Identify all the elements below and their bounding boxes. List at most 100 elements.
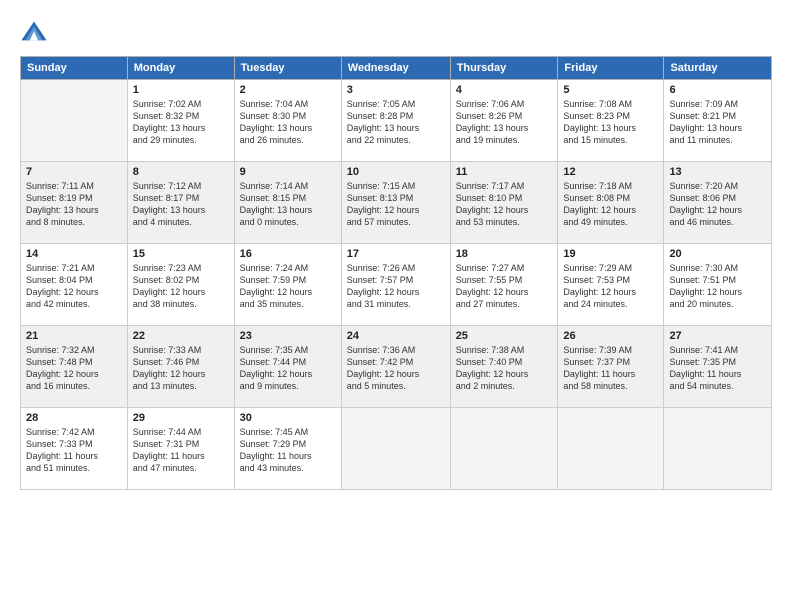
calendar-day-cell: 13 Sunrise: 7:20 AM Sunset: 8:06 PM Dayli… [664,162,772,244]
day-number: 24 [347,330,445,342]
calendar-week-row: 28 Sunrise: 7:42 AM Sunset: 7:33 PM Dayli… [21,408,772,490]
day-info: Sunrise: 7:17 AM Sunset: 8:10 PM Dayligh… [456,180,553,229]
day-number: 26 [563,330,658,342]
calendar-day-cell: 7Sunrise: 7:11 AM Sunset: 8:19 PM Daylig… [21,162,128,244]
day-number: 23 [240,330,336,342]
day-info: Sunrise: 7:06 AM Sunset: 8:26 PM Dayligh… [456,98,553,147]
calendar-day-cell: 10 Sunrise: 7:15 AM Sunset: 8:13 PM Dayli… [341,162,450,244]
day-number: 7 [26,166,122,178]
calendar-week-row: 7Sunrise: 7:11 AM Sunset: 8:19 PM Daylig… [21,162,772,244]
calendar-day-cell: 6 Sunrise: 7:09 AM Sunset: 8:21 PM Daylig… [664,80,772,162]
day-info: Sunrise: 7:05 AM Sunset: 8:28 PM Dayligh… [347,98,445,147]
day-info: Sunrise: 7:23 AM Sunset: 8:02 PM Dayligh… [133,262,229,311]
day-info: Sunrise: 7:38 AM Sunset: 7:40 PM Dayligh… [456,344,553,393]
day-info: Sunrise: 7:02 AM Sunset: 8:32 PM Dayligh… [133,98,229,147]
day-number: 22 [133,330,229,342]
day-number: 25 [456,330,553,342]
weekday-header: Thursday [450,57,558,80]
day-info: Sunrise: 7:26 AM Sunset: 7:57 PM Dayligh… [347,262,445,311]
day-info: Sunrise: 7:42 AM Sunset: 7:33 PM Dayligh… [26,426,122,475]
calendar-day-cell: 1 Sunrise: 7:02 AM Sunset: 8:32 PM Daylig… [127,80,234,162]
calendar-day-cell: 23 Sunrise: 7:35 AM Sunset: 7:44 PM Dayli… [234,326,341,408]
calendar-day-cell: 27 Sunrise: 7:41 AM Sunset: 7:35 PM Dayli… [664,326,772,408]
day-number: 3 [347,84,445,96]
day-info: Sunrise: 7:08 AM Sunset: 8:23 PM Dayligh… [563,98,658,147]
day-info: Sunrise: 7:32 AM Sunset: 7:48 PM Dayligh… [26,344,122,393]
day-number: 13 [669,166,766,178]
calendar-day-cell: 19Sunrise: 7:29 AM Sunset: 7:53 PM Dayli… [558,244,664,326]
calendar-day-cell [664,408,772,490]
weekday-header: Saturday [664,57,772,80]
day-info: Sunrise: 7:35 AM Sunset: 7:44 PM Dayligh… [240,344,336,393]
day-info: Sunrise: 7:27 AM Sunset: 7:55 PM Dayligh… [456,262,553,311]
calendar-week-row: 1 Sunrise: 7:02 AM Sunset: 8:32 PM Daylig… [21,80,772,162]
day-info: Sunrise: 7:12 AM Sunset: 8:17 PM Dayligh… [133,180,229,229]
calendar-day-cell [558,408,664,490]
logo-icon [20,18,48,46]
day-number: 8 [133,166,229,178]
calendar-day-cell [21,80,128,162]
calendar-day-cell: 14 Sunrise: 7:21 AM Sunset: 8:04 PM Dayli… [21,244,128,326]
calendar-day-cell: 11 Sunrise: 7:17 AM Sunset: 8:10 PM Dayli… [450,162,558,244]
header [20,18,772,46]
day-info: Sunrise: 7:24 AM Sunset: 7:59 PM Dayligh… [240,262,336,311]
calendar-day-cell: 29 Sunrise: 7:44 AM Sunset: 7:31 PM Dayli… [127,408,234,490]
calendar-day-cell: 26 Sunrise: 7:39 AM Sunset: 7:37 PM Dayli… [558,326,664,408]
calendar-week-row: 14 Sunrise: 7:21 AM Sunset: 8:04 PM Dayli… [21,244,772,326]
day-number: 14 [26,248,122,260]
day-info: Sunrise: 7:15 AM Sunset: 8:13 PM Dayligh… [347,180,445,229]
calendar-day-cell: 28 Sunrise: 7:42 AM Sunset: 7:33 PM Dayli… [21,408,128,490]
calendar-day-cell: 8 Sunrise: 7:12 AM Sunset: 8:17 PM Daylig… [127,162,234,244]
header-row: SundayMondayTuesdayWednesdayThursdayFrid… [21,57,772,80]
weekday-header: Monday [127,57,234,80]
calendar-day-cell: 18 Sunrise: 7:27 AM Sunset: 7:55 PM Dayli… [450,244,558,326]
calendar-day-cell [450,408,558,490]
calendar-day-cell: 17 Sunrise: 7:26 AM Sunset: 7:57 PM Dayli… [341,244,450,326]
day-info: Sunrise: 7:09 AM Sunset: 8:21 PM Dayligh… [669,98,766,147]
day-number: 6 [669,84,766,96]
day-number: 9 [240,166,336,178]
day-number: 30 [240,412,336,424]
logo [20,18,52,46]
day-info: Sunrise: 7:44 AM Sunset: 7:31 PM Dayligh… [133,426,229,475]
weekday-header: Wednesday [341,57,450,80]
day-number: 28 [26,412,122,424]
day-number: 16 [240,248,336,260]
day-info: Sunrise: 7:41 AM Sunset: 7:35 PM Dayligh… [669,344,766,393]
calendar-day-cell: 16 Sunrise: 7:24 AM Sunset: 7:59 PM Dayli… [234,244,341,326]
day-info: Sunrise: 7:36 AM Sunset: 7:42 PM Dayligh… [347,344,445,393]
day-info: Sunrise: 7:21 AM Sunset: 8:04 PM Dayligh… [26,262,122,311]
calendar-day-cell: 3 Sunrise: 7:05 AM Sunset: 8:28 PM Daylig… [341,80,450,162]
calendar-day-cell: 12 Sunrise: 7:18 AM Sunset: 8:08 PM Dayli… [558,162,664,244]
day-info: Sunrise: 7:14 AM Sunset: 8:15 PM Dayligh… [240,180,336,229]
calendar-day-cell: 2Sunrise: 7:04 AM Sunset: 8:30 PM Daylig… [234,80,341,162]
calendar-day-cell: 22 Sunrise: 7:33 AM Sunset: 7:46 PM Dayli… [127,326,234,408]
day-number: 20 [669,248,766,260]
day-number: 18 [456,248,553,260]
day-info: Sunrise: 7:33 AM Sunset: 7:46 PM Dayligh… [133,344,229,393]
day-number: 10 [347,166,445,178]
day-number: 11 [456,166,553,178]
calendar-day-cell: 24 Sunrise: 7:36 AM Sunset: 7:42 PM Dayli… [341,326,450,408]
calendar-week-row: 21 Sunrise: 7:32 AM Sunset: 7:48 PM Dayli… [21,326,772,408]
calendar: SundayMondayTuesdayWednesdayThursdayFrid… [20,56,772,490]
day-number: 12 [563,166,658,178]
day-number: 17 [347,248,445,260]
calendar-day-cell: 15 Sunrise: 7:23 AM Sunset: 8:02 PM Dayli… [127,244,234,326]
weekday-header: Tuesday [234,57,341,80]
day-number: 29 [133,412,229,424]
day-number: 1 [133,84,229,96]
calendar-day-cell: 20 Sunrise: 7:30 AM Sunset: 7:51 PM Dayli… [664,244,772,326]
weekday-header: Friday [558,57,664,80]
calendar-day-cell: 21 Sunrise: 7:32 AM Sunset: 7:48 PM Dayli… [21,326,128,408]
day-info: Sunrise: 7:18 AM Sunset: 8:08 PM Dayligh… [563,180,658,229]
day-info: Sunrise: 7:39 AM Sunset: 7:37 PM Dayligh… [563,344,658,393]
calendar-day-cell: 9 Sunrise: 7:14 AM Sunset: 8:15 PM Daylig… [234,162,341,244]
day-number: 27 [669,330,766,342]
page: SundayMondayTuesdayWednesdayThursdayFrid… [0,0,792,612]
day-number: 21 [26,330,122,342]
day-number: 15 [133,248,229,260]
day-info: Sunrise: 7:30 AM Sunset: 7:51 PM Dayligh… [669,262,766,311]
calendar-day-cell [341,408,450,490]
day-info: Sunrise: 7:20 AM Sunset: 8:06 PM Dayligh… [669,180,766,229]
